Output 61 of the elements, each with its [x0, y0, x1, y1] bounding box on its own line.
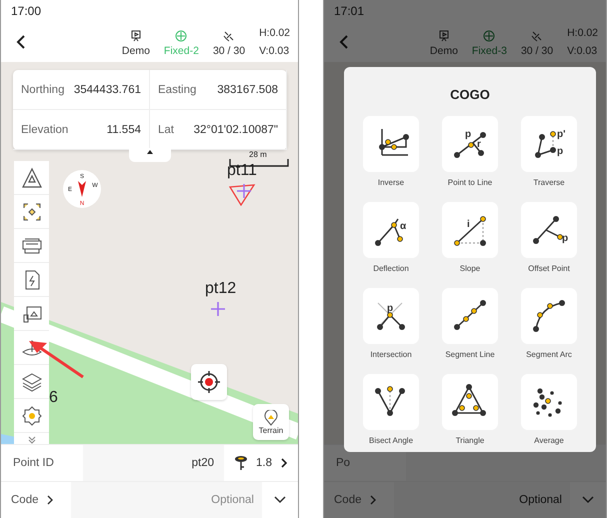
chevron-left-icon — [16, 34, 26, 50]
terrain-button[interactable]: Terrain — [253, 404, 289, 440]
arrow-annotation — [27, 339, 85, 379]
code-input[interactable]: Optional — [394, 482, 570, 518]
point-id-label: Po — [335, 457, 352, 469]
field-value: 383167.508 — [217, 84, 278, 96]
satellite-icon — [223, 30, 235, 42]
zoom-extent-icon — [20, 200, 42, 222]
field-label: Northing — [21, 84, 64, 96]
chevron-left-icon — [339, 34, 349, 50]
status-time: 17:00 — [11, 4, 42, 18]
satellite-count: 30 / 30 — [520, 45, 554, 57]
scale-label: 28 m — [249, 150, 267, 159]
navigation-button[interactable] — [14, 161, 49, 195]
code-button[interactable]: Code — [1, 494, 71, 506]
stakeout-point-icon — [229, 184, 257, 206]
double-chevron-down-icon — [28, 436, 36, 444]
settings-icon — [20, 404, 42, 426]
crosshair-icon — [175, 30, 188, 42]
target-icon — [197, 370, 221, 394]
layers-icon — [20, 370, 42, 392]
satellite-count: 30 / 30 — [212, 45, 246, 57]
receiver-icon — [438, 30, 450, 42]
navigation-icon — [20, 166, 42, 188]
point-id-label: Point ID — [12, 457, 55, 469]
field-value: 11.554 — [106, 124, 141, 136]
point-label: pt12 — [205, 280, 236, 297]
point-id-field[interactable]: pt20 — [83, 445, 224, 481]
field-value: 3544433.761 — [74, 84, 141, 96]
receiver-icon — [130, 30, 142, 42]
caret-up-icon — [146, 148, 154, 156]
field-label: Elevation — [21, 124, 68, 136]
crosshair-icon — [483, 30, 496, 42]
antenna-icon — [234, 455, 248, 471]
vertical-precision: V:0.03 — [567, 45, 598, 57]
chevron-right-icon — [46, 495, 52, 505]
horizontal-precision: H:0.02 — [259, 27, 290, 39]
segment-arc-icon — [530, 297, 568, 335]
field-value: 32°01'02.10087" — [194, 124, 278, 136]
antenna-height-button[interactable]: 1.8 — [224, 455, 298, 471]
field-label: Lat — [158, 124, 174, 136]
status-time: 17:01 — [334, 4, 364, 18]
fix-status: Fixed-2 — [164, 45, 199, 57]
code-input[interactable]: Optional — [71, 482, 262, 518]
horizontal-precision: H:0.02 — [567, 27, 598, 39]
satellite-icon — [531, 30, 543, 42]
vertical-precision: V:0.03 — [259, 45, 290, 57]
mode-label: Demo — [430, 45, 458, 57]
dialog-title: COGO — [450, 87, 490, 102]
field-label: Easting — [158, 84, 196, 96]
chevron-right-icon — [280, 457, 288, 469]
map-label: 6 — [49, 389, 58, 406]
mode-label: Demo — [122, 45, 150, 57]
map-pin-icon — [264, 410, 278, 426]
point-marker-icon — [211, 302, 225, 316]
collapse-tab[interactable] — [129, 148, 171, 162]
chevron-down-icon — [582, 496, 594, 504]
locate-button[interactable] — [191, 364, 227, 400]
chevron-down-icon — [274, 496, 286, 504]
chevron-right-icon — [370, 495, 376, 505]
fix-status: Fixed-3 — [472, 45, 507, 57]
